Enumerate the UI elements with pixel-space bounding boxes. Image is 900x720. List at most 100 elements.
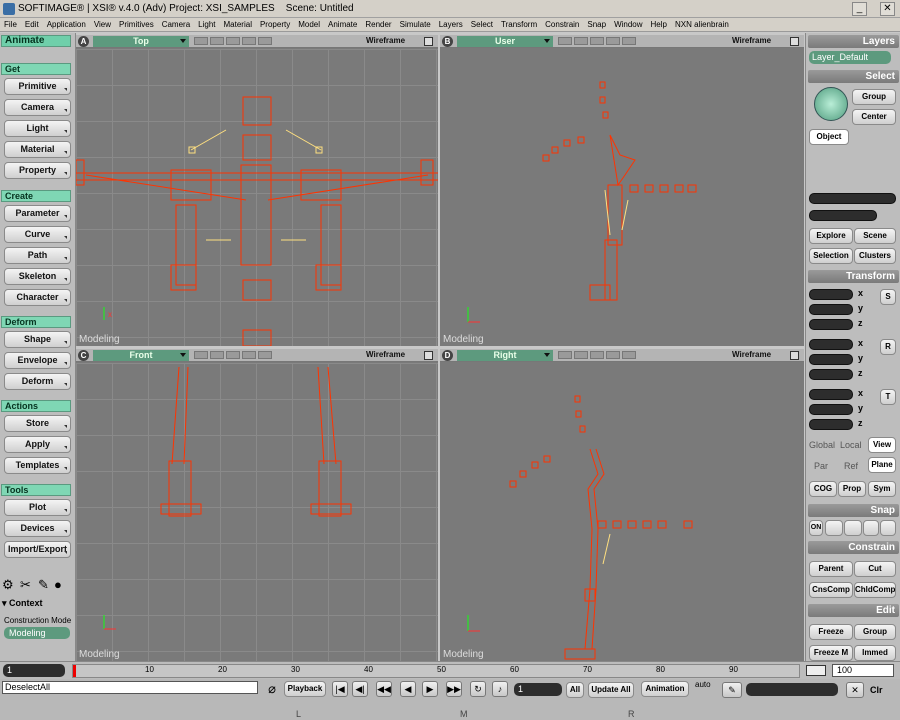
tools-section-header[interactable]: Tools: [1, 484, 71, 496]
viewport-front[interactable]: C Front Wireframe Modeling: [76, 349, 438, 661]
construction-mode-dropdown[interactable]: Modeling: [4, 627, 70, 639]
x-axis-label[interactable]: x: [858, 338, 863, 348]
remove-key-icon[interactable]: ✕: [846, 682, 864, 698]
immed-button[interactable]: Immed: [854, 645, 896, 661]
animation-button[interactable]: Animation: [641, 681, 689, 697]
skeleton-button[interactable]: Skeleton: [4, 268, 71, 285]
rotate-button[interactable]: R: [880, 339, 896, 355]
shape-button[interactable]: Shape: [4, 331, 71, 348]
select-header[interactable]: Select: [808, 70, 899, 83]
layer-dropdown[interactable]: Layer_Default: [809, 51, 891, 64]
get-section-header[interactable]: Get: [1, 63, 71, 75]
all-button[interactable]: All: [566, 682, 584, 698]
selection-button[interactable]: Selection: [809, 248, 853, 264]
plane-toggle[interactable]: Plane: [868, 457, 896, 473]
character-button[interactable]: Character: [4, 289, 71, 306]
menu-view[interactable]: View: [90, 18, 115, 31]
path-button[interactable]: Path: [4, 247, 71, 264]
camera-button[interactable]: Camera: [4, 99, 71, 116]
menu-help[interactable]: Help: [647, 18, 671, 31]
script-command-field[interactable]: DeselectAll: [2, 681, 258, 694]
par-toggle[interactable]: Par: [814, 461, 828, 471]
snap-curve-icon[interactable]: [844, 520, 862, 536]
apply-button[interactable]: Apply: [4, 436, 71, 453]
scale-button[interactable]: S: [880, 289, 896, 305]
translate-z-field[interactable]: [809, 419, 853, 430]
key-icon[interactable]: ✎: [722, 682, 742, 698]
scale-y-field[interactable]: [809, 304, 853, 315]
minimize-button[interactable]: _: [852, 2, 867, 16]
menu-layers[interactable]: Layers: [435, 18, 467, 31]
translate-y-field[interactable]: [809, 404, 853, 415]
actions-section-header[interactable]: Actions: [1, 400, 71, 412]
playhead[interactable]: [73, 665, 76, 677]
scale-z-field[interactable]: [809, 319, 853, 330]
envelope-button[interactable]: Envelope: [4, 352, 71, 369]
y-axis-label[interactable]: y: [858, 403, 863, 413]
group-button[interactable]: Group: [852, 89, 896, 105]
primitive-button[interactable]: Primitive: [4, 78, 71, 95]
sym-button[interactable]: Sym: [868, 481, 896, 497]
menu-animate[interactable]: Animate: [324, 18, 361, 31]
next-frame-icon[interactable]: ▶▶: [446, 681, 462, 697]
playback-button[interactable]: Playback: [284, 681, 326, 697]
context-toggle[interactable]: ▾ Context: [2, 598, 43, 609]
rotate-x-field[interactable]: [809, 339, 853, 350]
deform-section-header[interactable]: Deform: [1, 316, 71, 328]
menu-material[interactable]: Material: [220, 18, 256, 31]
freeze-m-button[interactable]: Freeze M: [809, 645, 853, 661]
close-button[interactable]: ✕: [880, 2, 895, 16]
y-axis-label[interactable]: y: [858, 303, 863, 313]
constrain-header[interactable]: Constrain: [808, 541, 899, 554]
hierarchy-icon[interactable]: ⚙: [2, 577, 14, 593]
view-toggle[interactable]: View: [868, 437, 896, 453]
z-axis-label[interactable]: z: [858, 318, 863, 328]
play-back-icon[interactable]: ◀: [400, 681, 416, 697]
clusters-button[interactable]: Clusters: [854, 248, 896, 264]
snap-point-icon[interactable]: [863, 520, 879, 536]
y-axis-label[interactable]: y: [858, 353, 863, 363]
menu-transform[interactable]: Transform: [497, 18, 541, 31]
rotate-y-field[interactable]: [809, 354, 853, 365]
z-axis-label[interactable]: z: [858, 418, 863, 428]
property-button[interactable]: Property: [4, 162, 71, 179]
explore-button[interactable]: Explore: [809, 228, 853, 244]
menu-primitives[interactable]: Primitives: [115, 18, 158, 31]
curve-button[interactable]: Curve: [4, 226, 71, 243]
range-toggle-icon[interactable]: [806, 665, 826, 676]
light-button[interactable]: Light: [4, 120, 71, 137]
devices-button[interactable]: Devices: [4, 520, 71, 537]
sphere-icon[interactable]: ●: [54, 577, 62, 592]
menu-snap[interactable]: Snap: [583, 18, 610, 31]
deform-button[interactable]: Deform: [4, 373, 71, 390]
rotate-z-field[interactable]: [809, 369, 853, 380]
menu-alienbrain[interactable]: NXN alienbrain: [671, 18, 733, 31]
timeline-slider[interactable]: 10 20 30 40 50 60 70 80 90: [72, 664, 800, 678]
parameter-button[interactable]: Parameter: [4, 205, 71, 222]
selection-field[interactable]: [809, 193, 896, 204]
translate-button[interactable]: T: [880, 389, 896, 405]
local-toggle[interactable]: Local: [840, 440, 862, 450]
prop-button[interactable]: Prop: [838, 481, 866, 497]
prev-key-icon[interactable]: ◀|: [352, 681, 368, 697]
ref-toggle[interactable]: Ref: [844, 461, 858, 471]
menu-constrain[interactable]: Constrain: [541, 18, 583, 31]
snap-header[interactable]: Snap: [808, 504, 899, 517]
select-arrow-icon[interactable]: [814, 87, 848, 121]
scene-button[interactable]: Scene: [854, 228, 896, 244]
menu-edit[interactable]: Edit: [21, 18, 43, 31]
key-field[interactable]: [746, 683, 838, 696]
update-all-button[interactable]: Update All: [588, 682, 634, 698]
first-frame-icon[interactable]: |◀: [332, 681, 348, 697]
cog-button[interactable]: COG: [809, 481, 837, 497]
start-frame-field[interactable]: 1: [3, 664, 65, 677]
snap-grid-icon[interactable]: [825, 520, 843, 536]
auto-key-label[interactable]: auto: [695, 680, 711, 689]
layers-header[interactable]: Layers: [808, 35, 899, 48]
parent-button[interactable]: Parent: [809, 561, 853, 577]
center-button[interactable]: Center: [852, 109, 896, 125]
menu-application[interactable]: Application: [43, 18, 90, 31]
templates-button[interactable]: Templates: [4, 457, 71, 474]
translate-x-field[interactable]: [809, 389, 853, 400]
prev-frame-icon[interactable]: ◀◀: [376, 681, 392, 697]
